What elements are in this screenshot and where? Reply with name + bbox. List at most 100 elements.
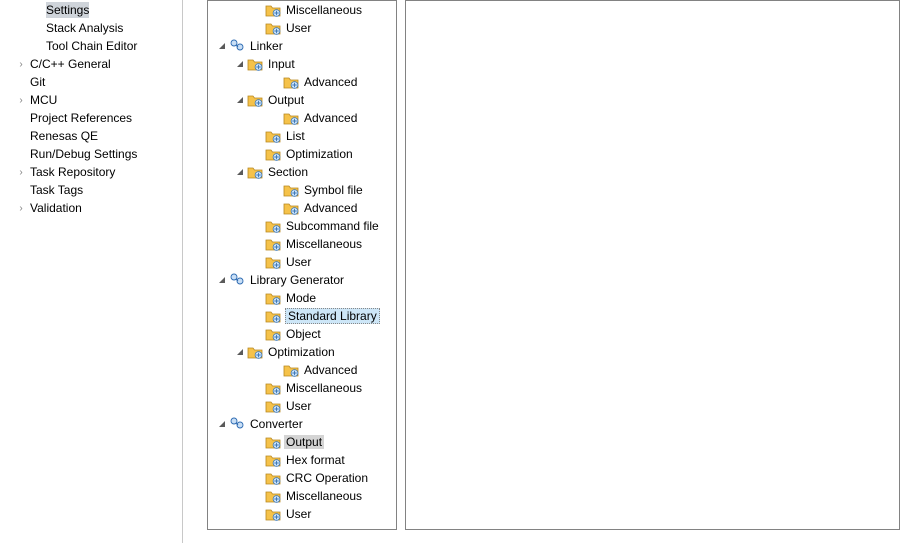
category-label: Task Tags [30, 182, 83, 198]
settings-folder-icon [265, 398, 281, 414]
tree-item-label: Miscellaneous [284, 489, 364, 503]
tree-item-label: Input [266, 57, 297, 71]
tree-item-label: Miscellaneous [284, 3, 364, 17]
category-label: Project References [30, 110, 132, 126]
category-item-renesas-qe[interactable]: Renesas QE [0, 127, 182, 145]
tree-item-section[interactable]: Section [208, 163, 396, 181]
settings-folder-icon [265, 506, 281, 522]
settings-folder-icon [265, 380, 281, 396]
tree-item-label: Hex format [284, 453, 347, 467]
settings-folder-icon [283, 110, 299, 126]
category-item-run-debug-settings[interactable]: Run/Debug Settings [0, 145, 182, 163]
category-label: Tool Chain Editor [46, 38, 137, 54]
tree-item-label: Library Generator [248, 273, 346, 287]
settings-folder-icon [265, 128, 281, 144]
tool-icon [229, 416, 245, 432]
settings-folder-icon [265, 20, 281, 36]
tree-item-crc-operation[interactable]: CRC Operation [208, 469, 396, 487]
tree-item-label: Converter [248, 417, 305, 431]
tool-settings-tree: Miscellaneous User Linker Input Advanced Outp… [207, 0, 397, 530]
settings-folder-icon [265, 254, 281, 270]
collapse-toggle-icon[interactable] [216, 420, 228, 429]
category-item-validation[interactable]: ›Validation [0, 199, 182, 217]
tree-item-label: Miscellaneous [284, 381, 364, 395]
settings-folder-icon [283, 74, 299, 90]
tree-item-miscellaneous[interactable]: Miscellaneous [208, 235, 396, 253]
category-item-c-c-general[interactable]: ›C/C++ General [0, 55, 182, 73]
tree-item-standard-library[interactable]: Standard Library [208, 307, 396, 325]
tree-item-hex-format[interactable]: Hex format [208, 451, 396, 469]
tree-item-user[interactable]: User [208, 253, 396, 271]
tree-item-label: Linker [248, 39, 285, 53]
collapse-toggle-icon[interactable] [234, 96, 246, 105]
settings-folder-icon [265, 236, 281, 252]
tree-item-linker[interactable]: Linker [208, 37, 396, 55]
tree-item-miscellaneous[interactable]: Miscellaneous [208, 379, 396, 397]
tree-item-miscellaneous[interactable]: Miscellaneous [208, 487, 396, 505]
tree-item-output[interactable]: Output [208, 91, 396, 109]
category-item-project-references[interactable]: Project References [0, 109, 182, 127]
expand-arrow-icon: › [14, 59, 28, 70]
settings-folder-icon [247, 92, 263, 108]
tree-item-miscellaneous[interactable]: Miscellaneous [208, 1, 396, 19]
tree-item-label: Advanced [302, 363, 359, 377]
collapse-toggle-icon[interactable] [216, 276, 228, 285]
collapse-toggle-icon[interactable] [234, 168, 246, 177]
tree-item-optimization[interactable]: Optimization [208, 343, 396, 361]
collapse-toggle-icon[interactable] [234, 60, 246, 69]
tree-item-output[interactable]: Output [208, 433, 396, 451]
settings-folder-icon [283, 362, 299, 378]
tree-item-user[interactable]: User [208, 505, 396, 523]
tree-item-label: Optimization [284, 147, 355, 161]
settings-folder-icon [265, 2, 281, 18]
tree-item-label: Object [284, 327, 323, 341]
settings-folder-icon [265, 326, 281, 342]
category-item-task-repository[interactable]: ›Task Repository [0, 163, 182, 181]
category-item-git[interactable]: Git [0, 73, 182, 91]
settings-folder-icon [265, 290, 281, 306]
tree-item-label: User [284, 21, 313, 35]
tree-item-converter[interactable]: Converter [208, 415, 396, 433]
category-item-settings[interactable]: Settings [0, 1, 182, 19]
settings-folder-icon [283, 182, 299, 198]
tree-item-label: User [284, 255, 313, 269]
tree-item-symbol-file[interactable]: Symbol file [208, 181, 396, 199]
tree-item-advanced[interactable]: Advanced [208, 109, 396, 127]
tree-item-list[interactable]: List [208, 127, 396, 145]
settings-folder-icon [247, 56, 263, 72]
tree-item-label: Miscellaneous [284, 237, 364, 251]
settings-folder-icon [265, 452, 281, 468]
tree-item-label: Output [266, 93, 306, 107]
collapse-toggle-icon[interactable] [234, 348, 246, 357]
tree-item-label: Advanced [302, 111, 359, 125]
settings-folder-icon [265, 488, 281, 504]
tree-item-label: User [284, 507, 313, 521]
category-item-mcu[interactable]: ›MCU [0, 91, 182, 109]
tree-item-user[interactable]: User [208, 397, 396, 415]
tree-item-label: Standard Library [285, 308, 380, 324]
category-item-stack-analysis[interactable]: Stack Analysis [0, 19, 182, 37]
tree-item-optimization[interactable]: Optimization [208, 145, 396, 163]
tree-item-user[interactable]: User [208, 19, 396, 37]
category-label: Task Repository [30, 164, 115, 180]
category-label: MCU [30, 92, 57, 108]
tree-item-input[interactable]: Input [208, 55, 396, 73]
settings-folder-icon [265, 470, 281, 486]
settings-folder-icon [265, 146, 281, 162]
expand-arrow-icon: › [14, 203, 28, 214]
tree-item-label: Optimization [266, 345, 337, 359]
tree-item-advanced[interactable]: Advanced [208, 199, 396, 217]
tree-item-mode[interactable]: Mode [208, 289, 396, 307]
collapse-toggle-icon[interactable] [216, 42, 228, 51]
category-label: Renesas QE [30, 128, 98, 144]
tool-settings-detail [405, 0, 900, 530]
category-item-task-tags[interactable]: Task Tags [0, 181, 182, 199]
category-list: SettingsStack AnalysisTool Chain Editor›… [0, 0, 183, 543]
expand-arrow-icon: › [14, 95, 28, 106]
tree-item-advanced[interactable]: Advanced [208, 73, 396, 91]
category-item-tool-chain-editor[interactable]: Tool Chain Editor [0, 37, 182, 55]
tree-item-advanced[interactable]: Advanced [208, 361, 396, 379]
tree-item-library-generator[interactable]: Library Generator [208, 271, 396, 289]
tree-item-subcommand-file[interactable]: Subcommand file [208, 217, 396, 235]
tree-item-object[interactable]: Object [208, 325, 396, 343]
